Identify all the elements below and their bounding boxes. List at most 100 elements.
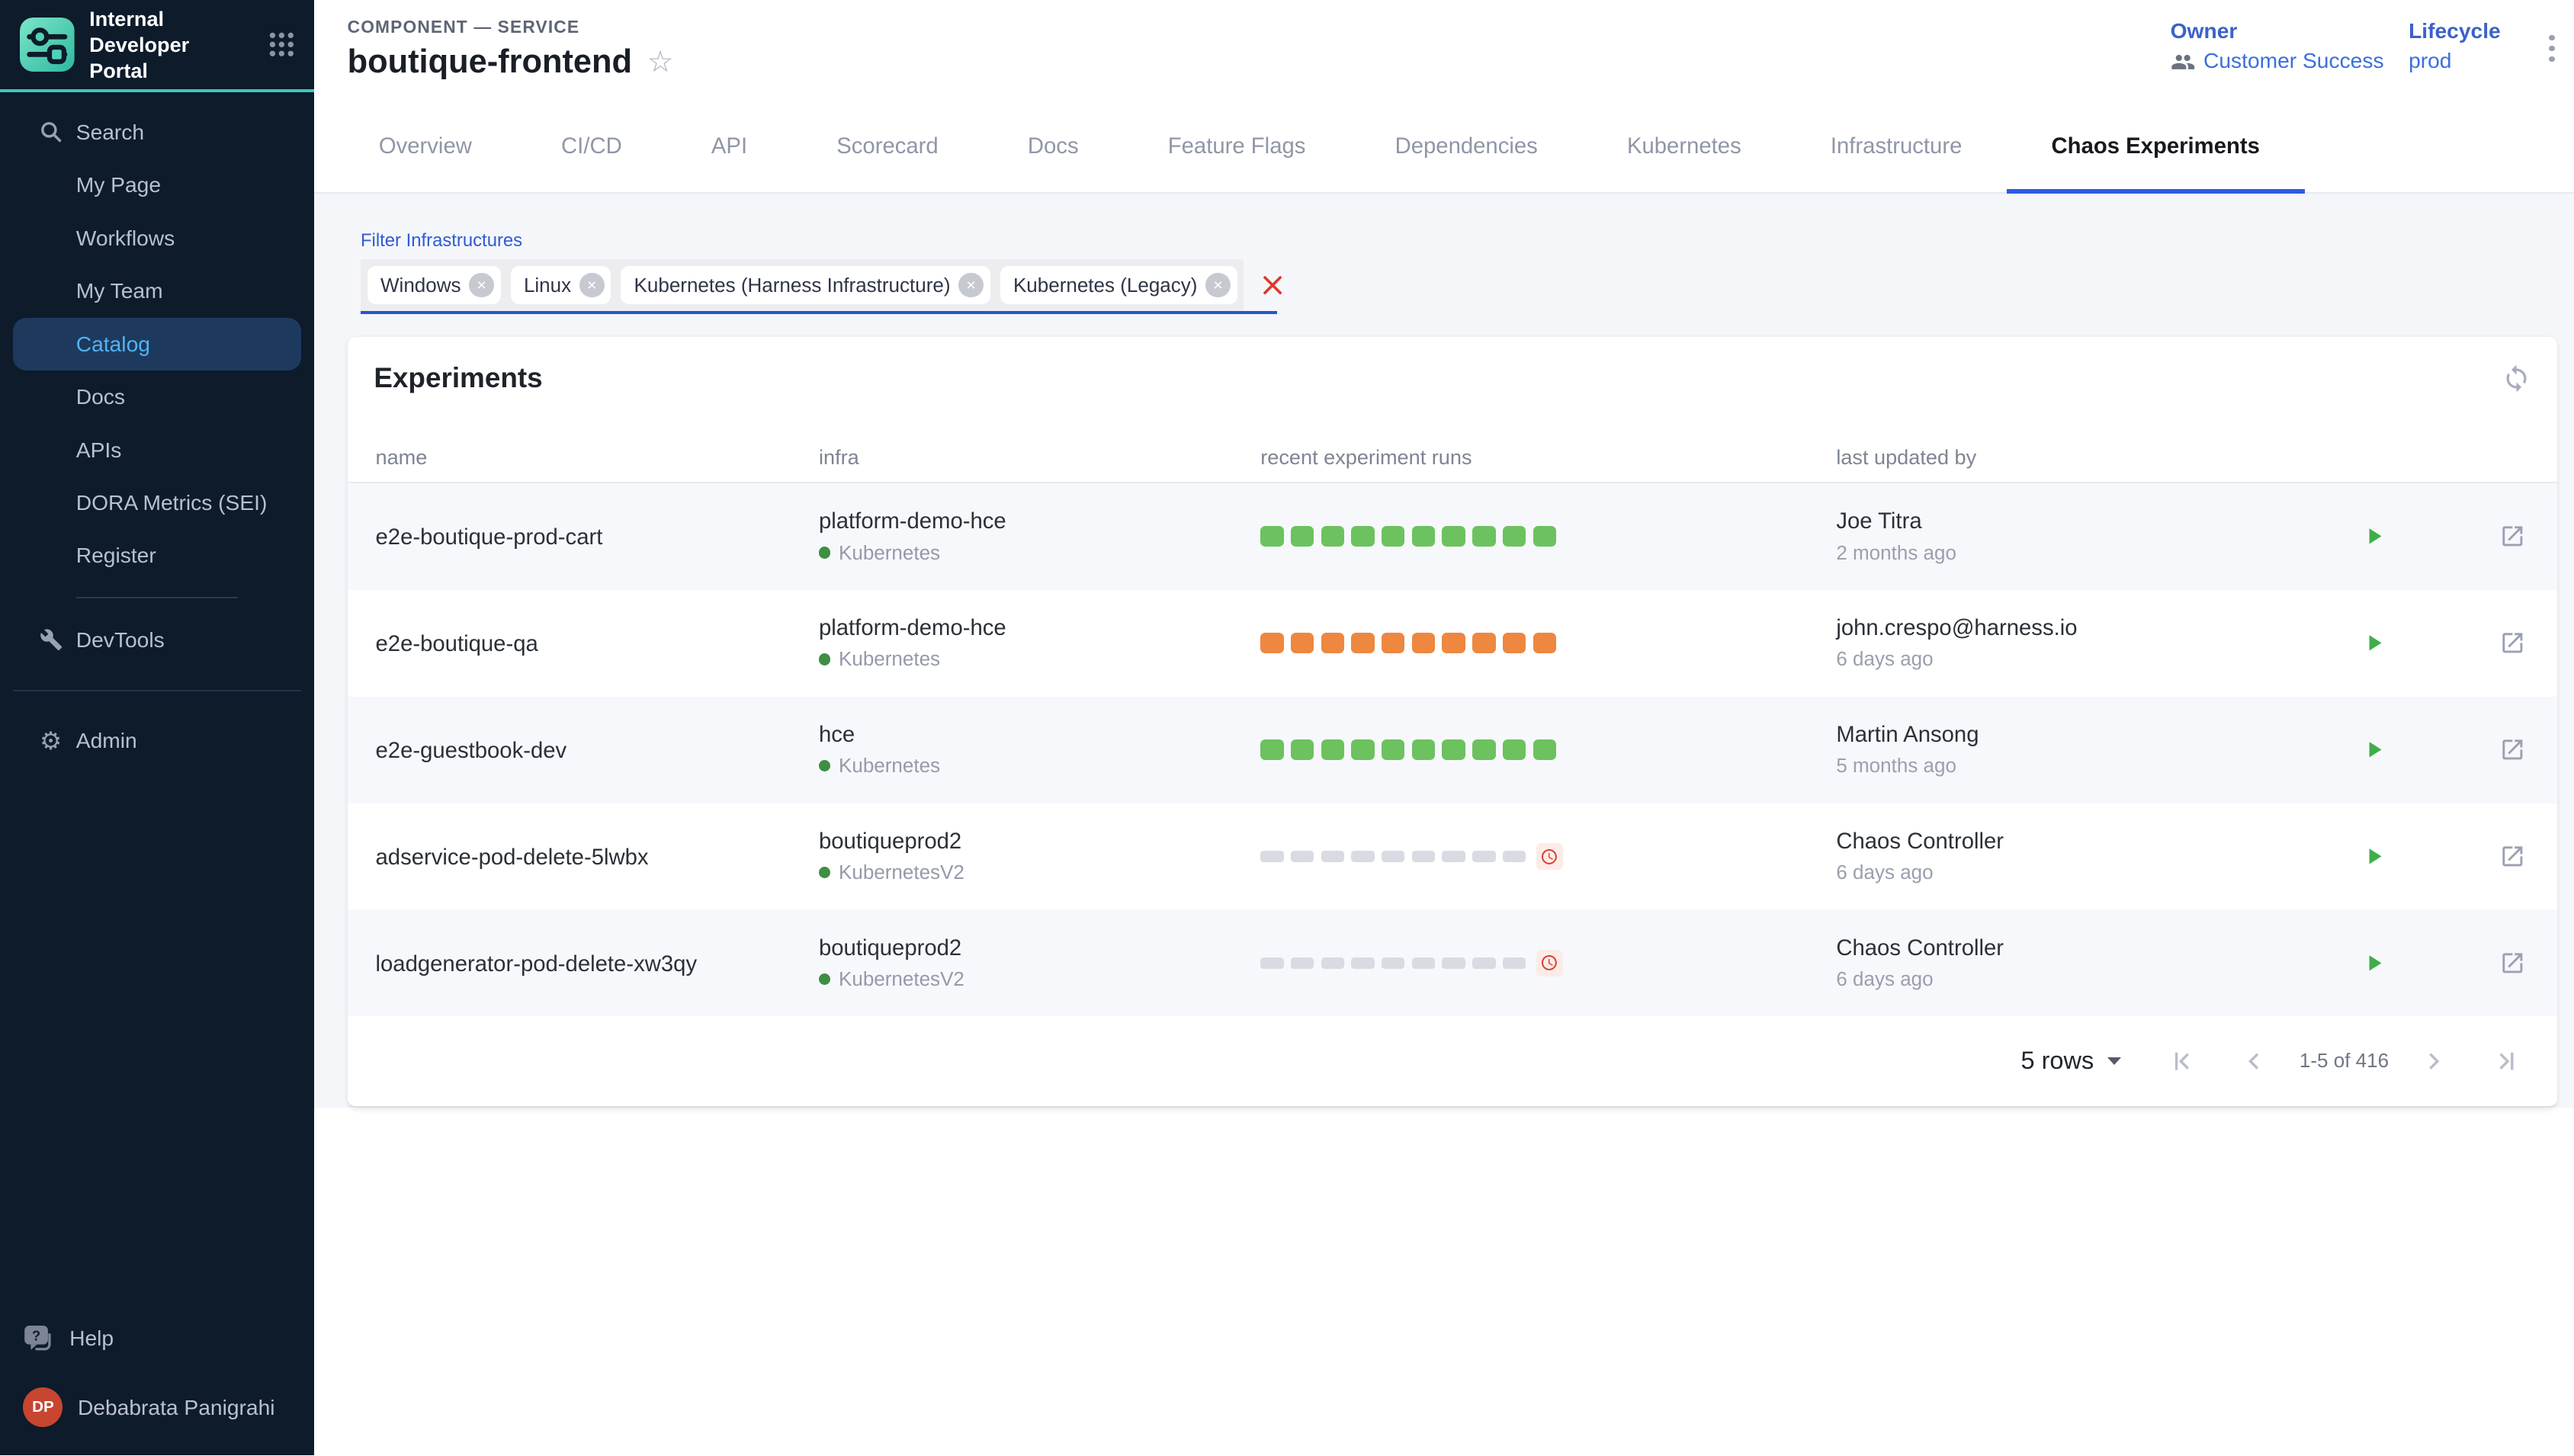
previous-page-button[interactable] bbox=[2240, 1046, 2270, 1076]
sidebar-item-admin[interactable]: ⚙ Admin bbox=[13, 714, 301, 767]
infra-type: Kubernetes bbox=[839, 541, 940, 565]
sidebar-item-label: Admin bbox=[76, 728, 137, 753]
run-scheduled-badge bbox=[1536, 843, 1563, 870]
run-passed-square bbox=[1442, 526, 1465, 547]
chip-remove-icon[interactable]: × bbox=[1205, 273, 1231, 298]
entity-tabs: OverviewCI/CDAPIScorecardDocsFeature Fla… bbox=[314, 104, 2574, 194]
app-grid-icon[interactable] bbox=[268, 31, 295, 58]
infra-type: KubernetesV2 bbox=[839, 861, 964, 884]
app-root: Internal Developer Portal SearchMy PageW… bbox=[0, 0, 2574, 1455]
sidebar-item-workflows[interactable]: Workflows bbox=[13, 212, 301, 265]
open-experiment-button[interactable] bbox=[2496, 627, 2529, 659]
infra-name: boutiqueprod2 bbox=[819, 935, 1260, 961]
sidebar-item-apis[interactable]: APIs bbox=[13, 423, 301, 476]
run-failed-square bbox=[1260, 633, 1283, 653]
favorite-star-icon[interactable]: ☆ bbox=[647, 47, 674, 77]
run-experiment-button[interactable] bbox=[2357, 947, 2390, 980]
run-passed-square bbox=[1321, 526, 1344, 547]
run-failed-square bbox=[1291, 633, 1314, 653]
infra-type: KubernetesV2 bbox=[839, 967, 964, 991]
refresh-icon bbox=[2502, 364, 2531, 393]
updated-by: Chaos Controller bbox=[1836, 935, 2332, 961]
tab-scorecard[interactable]: Scorecard bbox=[792, 104, 984, 194]
table-row[interactable]: e2e-guestbook-dev hce Kubernetes Martin … bbox=[348, 697, 2558, 803]
sidebar-item-my-team[interactable]: My Team bbox=[13, 265, 301, 317]
tab-kubernetes[interactable]: Kubernetes bbox=[1582, 104, 1786, 194]
chip-remove-icon[interactable]: × bbox=[579, 273, 605, 298]
help-button[interactable]: ? Help bbox=[23, 1313, 314, 1363]
run-passed-square bbox=[1382, 739, 1404, 760]
filter-input[interactable]: Windows×Linux×Kubernetes (Harness Infras… bbox=[361, 259, 1277, 313]
run-experiment-button[interactable] bbox=[2357, 733, 2390, 766]
kebab-menu-icon[interactable] bbox=[2544, 30, 2560, 67]
help-label: Help bbox=[69, 1326, 114, 1351]
help-chat-icon: ? bbox=[23, 1324, 54, 1352]
owner-label: Owner bbox=[2171, 18, 2384, 43]
infra-type: Kubernetes bbox=[839, 754, 940, 778]
column-header-updated: last updated by bbox=[1836, 445, 2332, 470]
tab-ci-cd[interactable]: CI/CD bbox=[516, 104, 666, 194]
tab-feature-flags[interactable]: Feature Flags bbox=[1123, 104, 1350, 194]
next-page-button[interactable] bbox=[2418, 1046, 2448, 1076]
open-in-new-icon bbox=[2499, 843, 2526, 870]
sidebar-item-catalog[interactable]: Catalog bbox=[13, 318, 301, 370]
open-in-new-icon bbox=[2499, 950, 2526, 977]
run-passed-square bbox=[1472, 739, 1495, 760]
tab-infrastructure[interactable]: Infrastructure bbox=[1786, 104, 2007, 194]
run-empty-bar bbox=[1291, 957, 1314, 969]
updated-by: john.crespo@harness.io bbox=[1836, 615, 2332, 641]
run-empty-bar bbox=[1442, 957, 1465, 969]
people-icon bbox=[2171, 51, 2196, 71]
run-empty-bar bbox=[1351, 957, 1374, 969]
sidebar-item-search[interactable]: Search bbox=[13, 106, 301, 159]
table-row[interactable]: e2e-boutique-qa platform-demo-hce Kubern… bbox=[348, 590, 2558, 697]
first-page-button[interactable] bbox=[2167, 1046, 2197, 1076]
chip-label: Kubernetes (Harness Infrastructure) bbox=[634, 274, 951, 297]
table-row[interactable]: loadgenerator-pod-delete-xw3qy boutiquep… bbox=[348, 909, 2558, 1016]
tab-dependencies[interactable]: Dependencies bbox=[1350, 104, 1582, 194]
run-experiment-button[interactable] bbox=[2357, 627, 2390, 659]
infra-type: Kubernetes bbox=[839, 647, 940, 671]
run-empty-bar bbox=[1412, 957, 1435, 969]
run-empty-bar bbox=[1321, 851, 1344, 862]
open-experiment-button[interactable] bbox=[2496, 947, 2529, 980]
owner-value-link[interactable]: Customer Success bbox=[2171, 48, 2384, 73]
run-experiment-button[interactable] bbox=[2357, 520, 2390, 553]
sidebar-item-label: Register bbox=[76, 543, 156, 568]
play-icon bbox=[2361, 523, 2387, 550]
search-icon bbox=[40, 120, 76, 143]
open-experiment-button[interactable] bbox=[2496, 733, 2529, 766]
table-row[interactable]: e2e-boutique-prod-cart platform-demo-hce… bbox=[348, 483, 2558, 590]
table-row[interactable]: adservice-pod-delete-5lwbx boutiqueprod2… bbox=[348, 803, 2558, 910]
run-passed-square bbox=[1533, 739, 1556, 760]
sidebar-item-my-page[interactable]: My Page bbox=[13, 159, 301, 211]
tab-overview[interactable]: Overview bbox=[334, 104, 516, 194]
sidebar-item-docs[interactable]: Docs bbox=[13, 370, 301, 423]
filter-chipbox[interactable]: Windows×Linux×Kubernetes (Harness Infras… bbox=[361, 259, 1244, 310]
run-failed-square bbox=[1412, 633, 1435, 653]
run-failed-square bbox=[1472, 633, 1495, 653]
run-empty-bar bbox=[1321, 957, 1344, 969]
open-experiment-button[interactable] bbox=[2496, 520, 2529, 553]
open-experiment-button[interactable] bbox=[2496, 840, 2529, 873]
chip-remove-icon[interactable]: × bbox=[958, 273, 984, 298]
refresh-button[interactable] bbox=[2498, 360, 2534, 402]
sidebar-item-register[interactable]: Register bbox=[13, 529, 301, 582]
sidebar-item-dora-metrics-sei[interactable]: DORA Metrics (SEI) bbox=[13, 476, 301, 529]
last-page-button[interactable] bbox=[2492, 1046, 2521, 1076]
tab-docs[interactable]: Docs bbox=[983, 104, 1123, 194]
chip-remove-icon[interactable]: × bbox=[469, 273, 494, 298]
infra-status-dot bbox=[819, 760, 830, 771]
sidebar: Internal Developer Portal SearchMy PageW… bbox=[0, 0, 314, 1455]
run-experiment-button[interactable] bbox=[2357, 840, 2390, 873]
user-menu[interactable]: DP Debabrata Panigrahi bbox=[23, 1383, 314, 1432]
clear-filters-icon[interactable] bbox=[1262, 274, 1283, 296]
play-icon bbox=[2361, 843, 2387, 870]
tab-api[interactable]: API bbox=[666, 104, 791, 194]
tab-chaos-experiments[interactable]: Chaos Experiments bbox=[2007, 104, 2305, 194]
infra-status-dot bbox=[819, 547, 830, 558]
rows-per-page-select[interactable]: 5 rows bbox=[2020, 1047, 2120, 1075]
sidebar-item-devtools[interactable]: DevTools bbox=[13, 614, 301, 666]
recent-runs-indicator bbox=[1260, 843, 1836, 870]
filter-chip-windows: Windows× bbox=[367, 266, 501, 304]
